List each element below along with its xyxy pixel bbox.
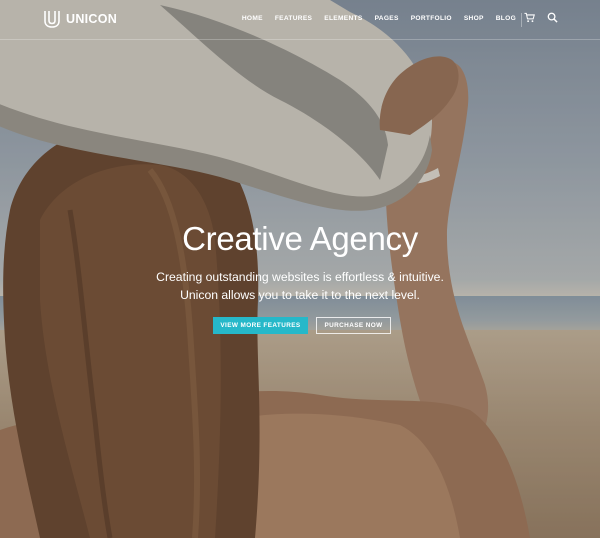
nav-pages[interactable]: PAGES (375, 15, 399, 22)
nav-elements[interactable]: ELEMENTS (324, 15, 362, 22)
logo[interactable]: UNICON (44, 10, 117, 28)
cart-icon[interactable] (524, 12, 535, 23)
view-more-features-button[interactable]: VIEW MORE FEATURES (213, 317, 308, 334)
hero-title: Creative Agency (182, 220, 418, 257)
search-icon[interactable] (547, 12, 558, 23)
hero-section: UNICON HOME FEATURES ELEMENTS PAGES PORT… (0, 0, 600, 538)
brand-name: UNICON (66, 12, 118, 26)
logo-u-icon (44, 11, 60, 28)
hero-subtitle-line-2: Unicon allows you to take it to the next… (180, 288, 420, 302)
hero-subtitle: Creating outstanding websites is effortl… (0, 268, 600, 304)
nav-icons (524, 12, 558, 23)
nav-blog[interactable]: BLOG (496, 15, 516, 22)
hero-subtitle-line-1: Creating outstanding websites is effortl… (156, 270, 444, 284)
nav-divider (521, 13, 522, 27)
purchase-now-button[interactable]: PURCHASE NOW (316, 317, 391, 334)
nav-shop[interactable]: SHOP (464, 15, 484, 22)
nav-home[interactable]: HOME (242, 15, 263, 22)
nav-features[interactable]: FEATURES (275, 15, 312, 22)
nav-portfolio[interactable]: PORTFOLIO (411, 15, 452, 22)
top-navigation: UNICON HOME FEATURES ELEMENTS PAGES PORT… (0, 0, 600, 40)
main-menu: HOME FEATURES ELEMENTS PAGES PORTFOLIO S… (242, 15, 516, 22)
